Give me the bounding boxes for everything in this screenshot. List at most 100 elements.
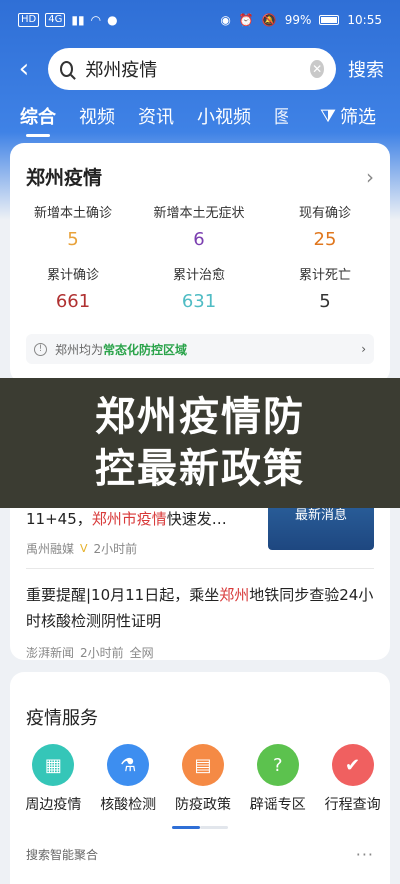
search-icon [60,61,74,77]
status-bar: HD 4G ▮▮ ◠ ● ◉ ⏰ 🔕 99% 10:55 [0,0,400,40]
mute-icon: 🔕 [261,13,277,27]
chat-question-icon: ? [256,744,299,786]
alarm-icon: ⏰ [238,13,254,27]
tab-news[interactable]: 资讯 [138,103,174,129]
stat-label: 累计死亡 [298,268,351,283]
building-icon: ▦ [32,744,75,786]
tab-all[interactable]: 综合 [20,103,56,137]
epidemic-card-title: 郑州疫情 [26,167,103,189]
headline-text: 11+45， [26,510,92,528]
news-time: 2小时前 [93,542,138,556]
stat-new-local-confirmed: 新增本土确诊 5 [10,202,136,264]
stat-label: 现有确诊 [298,206,351,221]
status-left: HD 4G ▮▮ ◠ ● [18,13,118,27]
document-building-icon: ▤ [181,744,224,786]
clock: 10:55 [347,13,382,27]
search-row: ‹ ✕ 搜索 [0,46,400,92]
stat-total-confirmed: 累计确诊 661 [10,264,136,326]
tab-bar: 综合 视频 资讯 小视频 图 ⧩ 筛选 [0,96,400,137]
services-title: 疫情服务 [26,708,98,729]
service-label: 防疫政策 [174,797,231,813]
services-row: ▦ 周边疫情 ⚗ 核酸检测 ▤ 防疫政策 ? 辟谣专区 ✔ 行程查询 [10,730,390,814]
tab-short-video[interactable]: 小视频 [197,103,251,129]
divider [26,568,374,569]
stat-value: 25 [313,229,337,250]
news-source: 澎湃新闻 [26,646,75,660]
hd-tag: HD [18,13,40,27]
headline-highlight: 郑州 [219,586,250,604]
indicator-active [172,826,200,829]
stat-value: 661 [55,291,91,312]
tab-images[interactable]: 图 [274,103,288,129]
status-right: ◉ ⏰ 🔕 99% 10:55 [220,13,382,27]
headline-text: 快速发… [166,510,227,528]
news-source: 禹州融媒 [26,542,75,556]
stat-current-confirmed: 现有确诊 25 [262,202,388,264]
overlay-line-1: 郑州疫情防 [95,394,305,440]
news-card: 11+45，郑州市疫情快速发… 禹州融媒 V 2小时前 最新消息 重要提醒|10… [10,500,390,661]
stat-label: 累计治愈 [172,268,225,283]
more-options-icon[interactable]: ··· [356,845,374,864]
notice-prefix: 郑州均为 [55,342,104,357]
clear-icon[interactable]: ✕ [310,60,324,78]
filter-button[interactable]: ⧩ 筛选 [320,103,376,129]
service-label: 辟谣专区 [249,797,306,813]
service-label: 行程查询 [324,797,381,813]
battery-percent: 99% [284,13,312,27]
stat-value: 6 [193,229,205,250]
risk-notice[interactable]: ! 郑州均为 常态化防控区域 › [26,334,374,364]
stat-label: 新增本土无症状 [153,206,245,221]
epidemic-card-header: 郑州疫情 › [10,143,390,190]
tab-video[interactable]: 视频 [79,103,115,129]
back-button[interactable]: ‹ [0,46,48,92]
stats-grid: 新增本土确诊 5 新增本土无症状 6 现有确诊 25 累计确诊 661 累计治愈… [10,190,390,326]
news-meta: 澎湃新闻 2小时前 全网 [26,644,374,661]
search-input[interactable] [85,58,311,80]
stat-total-cured: 累计治愈 631 [136,264,262,326]
wechat-icon: ● [107,13,118,27]
epidemic-card[interactable]: 郑州疫情 › 新增本土确诊 5 新增本土无症状 6 现有确诊 25 累计确诊 6… [10,143,390,383]
battery-icon [319,15,340,25]
title-overlay-banner: 郑州疫情防 控最新政策 [0,378,400,508]
search-button[interactable]: 搜索 [348,56,384,82]
footer-label: 搜索智能聚合 [26,848,99,862]
service-prevention-policy[interactable]: ▤ 防疫政策 [166,744,241,814]
headline-highlight: 郑州市疫情 [91,510,167,528]
stat-label: 累计确诊 [46,268,99,283]
news-item[interactable]: 重要提醒|10月11日起，乘坐郑州地铁同步查验24小时核酸检测阴性证明 澎湃新闻… [26,582,374,661]
news-scope: 全网 [129,646,154,660]
news-item[interactable]: 11+45，郑州市疫情快速发… 禹州融媒 V 2小时前 [26,508,256,557]
footer-row: 搜索智能聚合 ··· [10,829,390,864]
stat-total-deaths: 累计死亡 5 [262,264,388,326]
search-box[interactable]: ✕ [48,48,336,90]
signal-icon: ▮▮ [71,13,85,27]
news-headline: 11+45，郑州市疫情快速发… [26,508,256,530]
service-nearby-epidemic[interactable]: ▦ 周边疫情 [16,744,91,814]
news-headline: 重要提醒|10月11日起，乘坐郑州地铁同步查验24小时核酸检测阴性证明 [26,582,374,634]
chevron-right-icon[interactable]: › [366,165,374,189]
service-label: 周边疫情 [25,797,82,813]
service-label: 核酸检测 [100,797,157,813]
itinerary-check-icon: ✔ [331,744,374,786]
stat-value: 631 [181,291,217,312]
news-time: 2小时前 [80,646,124,660]
verified-icon: V [80,542,88,555]
headline-text: 重要提醒|10月11日起，乘坐 [26,586,220,604]
wifi-icon: ◠ [90,13,102,27]
info-icon: ! [34,342,47,356]
overlay-line-2: 控最新政策 [95,446,305,492]
filter-label: 筛选 [340,107,376,128]
overlay-title: 郑州疫情防 控最新政策 [95,391,305,495]
filter-icon: ⧩ [319,105,336,127]
service-rumor-refutation[interactable]: ? 辟谣专区 [240,744,315,814]
service-nucleic-test[interactable]: ⚗ 核酸检测 [91,744,166,814]
stat-label: 新增本土确诊 [33,206,112,221]
service-itinerary-check[interactable]: ✔ 行程查询 [315,744,390,814]
chevron-left-icon: ‹ [18,54,30,84]
network-tag: 4G [45,13,66,27]
stat-new-local-asymptomatic: 新增本土无症状 6 [136,202,262,264]
flask-icon: ⚗ [107,744,150,786]
chevron-right-icon: › [361,342,366,356]
stat-value: 5 [67,229,79,250]
stat-value: 5 [319,291,331,312]
